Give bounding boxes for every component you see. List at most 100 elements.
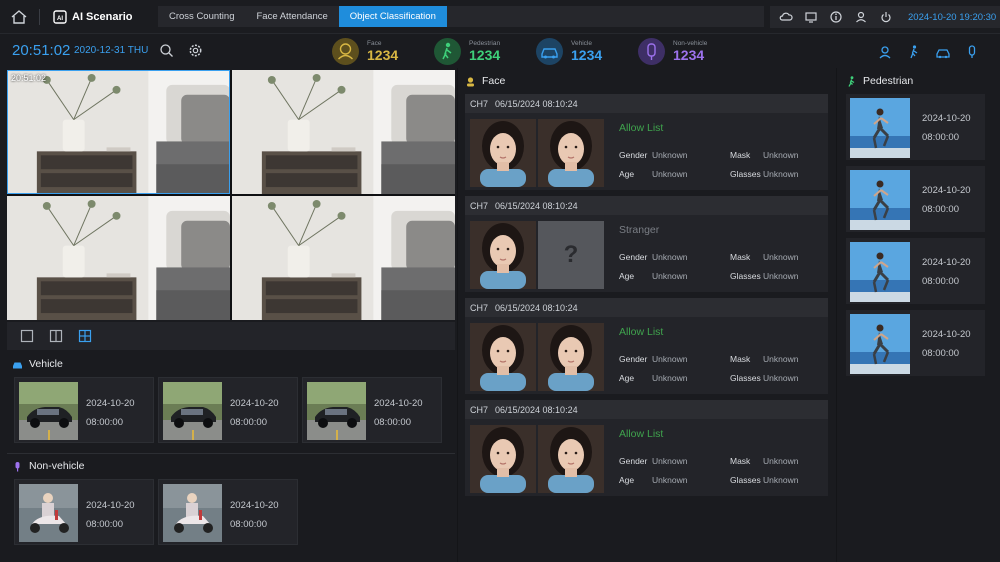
face-record[interactable]: CH7 06/15/2024 08:10:24 Allow List Gende…	[465, 94, 828, 190]
record-time: 08:00:00	[922, 276, 959, 287]
non-vehicle-filter-icon[interactable]	[964, 44, 980, 60]
pedestrian-filter-icon[interactable]	[906, 44, 922, 60]
face-record[interactable]: CH7 06/15/2024 08:10:24 ? Stranger Gende…	[465, 196, 828, 292]
record-datetime: 06/15/2024 08:10:24	[495, 405, 578, 415]
record-date: 2024-10-20	[230, 500, 279, 511]
record-time: 08:00:00	[86, 417, 123, 428]
record-date: 2024-10-20	[922, 329, 971, 340]
stat-face-label: Face	[367, 40, 382, 47]
face-snapshot	[470, 425, 536, 493]
record-date: 2024-10-20	[922, 257, 971, 268]
gear-icon[interactable]	[188, 43, 203, 58]
user-icon[interactable]	[854, 10, 868, 24]
non-vehicle-record[interactable]: 2024-10-20 08:00:00	[158, 479, 298, 545]
non-vehicle-stat-icon	[638, 38, 665, 65]
home-icon[interactable]	[10, 8, 28, 26]
dual-view-icon[interactable]	[49, 329, 63, 343]
face-match	[538, 323, 604, 391]
quad-view-icon[interactable]	[78, 329, 92, 343]
glasses-value: Unknown	[763, 169, 799, 179]
record-date: 2024-10-20	[86, 500, 135, 511]
power-icon[interactable]	[879, 10, 893, 24]
face-record-header: CH7 06/15/2024 08:10:24	[465, 298, 828, 317]
pedestrian-snapshot	[850, 314, 910, 374]
vehicle-snapshot	[307, 382, 366, 440]
gender-label: Gender	[619, 252, 648, 262]
face-section-title: Face	[465, 75, 505, 87]
pedestrian-record[interactable]: 2024-10-20 08:00:00	[846, 166, 985, 232]
monitor-icon[interactable]	[804, 10, 818, 24]
gender-value: Unknown	[652, 354, 688, 364]
vehicle-record[interactable]: 2024-10-20 08:00:00	[14, 377, 154, 443]
camera-view[interactable]: 20:51:02	[7, 70, 230, 194]
gender-label: Gender	[619, 354, 648, 364]
stat-non-vehicle-value: 1234	[673, 47, 705, 63]
face-record[interactable]: CH7 06/15/2024 08:10:24 Allow List Gende…	[465, 298, 828, 394]
tab-cross-counting[interactable]: Cross Counting	[158, 6, 245, 27]
camera-view[interactable]	[232, 70, 455, 194]
vehicle-stat-icon	[536, 38, 563, 65]
top-bar: AI AI Scenario Cross Counting Face Atten…	[0, 0, 1000, 34]
mask-label: Mask	[730, 252, 751, 262]
info-icon[interactable]	[829, 10, 843, 24]
vehicle-snapshot	[163, 382, 222, 440]
gender-label: Gender	[619, 150, 648, 160]
mask-label: Mask	[730, 354, 751, 364]
gender-value: Unknown	[652, 150, 688, 160]
non-vehicle-snapshot	[163, 484, 222, 542]
mask-value: Unknown	[763, 252, 799, 262]
search-icon[interactable]	[159, 43, 174, 58]
vehicle-filter-icon[interactable]	[935, 44, 951, 60]
glasses-label: Glasses	[730, 373, 761, 383]
pedestrian-icon	[848, 75, 855, 87]
stat-vehicle: Vehicle 1234	[536, 38, 626, 66]
cloud-icon[interactable]	[779, 10, 793, 24]
vehicle-record[interactable]: 2024-10-20 08:00:00	[158, 377, 298, 443]
mask-value: Unknown	[763, 354, 799, 364]
tab-face-attendance[interactable]: Face Attendance	[245, 6, 338, 27]
unknown-face-placeholder: ?	[538, 221, 604, 289]
face-filter-icon[interactable]	[877, 44, 893, 60]
stat-pedestrian-value: 1234	[469, 47, 501, 63]
non-vehicle-record[interactable]: 2024-10-20 08:00:00	[14, 479, 154, 545]
pedestrian-record[interactable]: 2024-10-20 08:00:00	[846, 238, 985, 304]
mask-value: Unknown	[763, 456, 799, 466]
pedestrian-record[interactable]: 2024-10-20 08:00:00	[846, 94, 985, 160]
face-snapshot	[470, 323, 536, 391]
camera-view[interactable]	[7, 196, 230, 320]
record-datetime: 06/15/2024 08:10:24	[495, 99, 578, 109]
face-snapshot	[470, 221, 536, 289]
system-datetime: 2024-10-20 19:20:30	[908, 12, 997, 23]
scenario-tabs: Cross Counting Face Attendance Object Cl…	[158, 6, 764, 27]
record-time: 08:00:00	[374, 417, 411, 428]
face-stat-icon	[332, 38, 359, 65]
age-label: Age	[619, 373, 635, 383]
vehicle-snapshot	[19, 382, 78, 440]
stat-vehicle-value: 1234	[571, 47, 603, 63]
app-title: AI Scenario	[72, 11, 133, 23]
vehicle-title: Vehicle	[29, 358, 63, 370]
stat-non-vehicle-label: Non-vehicle	[673, 40, 708, 47]
stat-pedestrian-label: Pedestrian	[469, 40, 501, 47]
glasses-label: Glasses	[730, 475, 761, 485]
non-vehicle-section-title: Non-vehicle	[12, 460, 84, 472]
vehicle-record[interactable]: 2024-10-20 08:00:00	[302, 377, 442, 443]
current-time: 20:51:02	[12, 42, 71, 59]
single-view-icon[interactable]	[20, 329, 34, 343]
age-value: Unknown	[652, 271, 688, 281]
current-date: 2020-12-31 THU	[74, 45, 149, 56]
channel-label: CH7	[470, 405, 489, 415]
face-status: Allow List	[619, 326, 664, 338]
face-match	[538, 119, 604, 187]
vehicle-icon	[13, 362, 22, 368]
tab-object-classification[interactable]: Object Classification	[338, 6, 447, 27]
top-right-toolbar: 2024-10-20 19:20:30	[770, 6, 1000, 28]
record-time: 08:00:00	[86, 519, 123, 530]
face-record[interactable]: CH7 06/15/2024 08:10:24 Allow List Gende…	[465, 400, 828, 496]
pedestrian-snapshot	[850, 98, 910, 158]
camera-view[interactable]	[232, 196, 455, 320]
pedestrian-record[interactable]: 2024-10-20 08:00:00	[846, 310, 985, 376]
record-time: 08:00:00	[230, 417, 267, 428]
pedestrian-title: Pedestrian	[863, 75, 914, 87]
age-label: Age	[619, 475, 635, 485]
